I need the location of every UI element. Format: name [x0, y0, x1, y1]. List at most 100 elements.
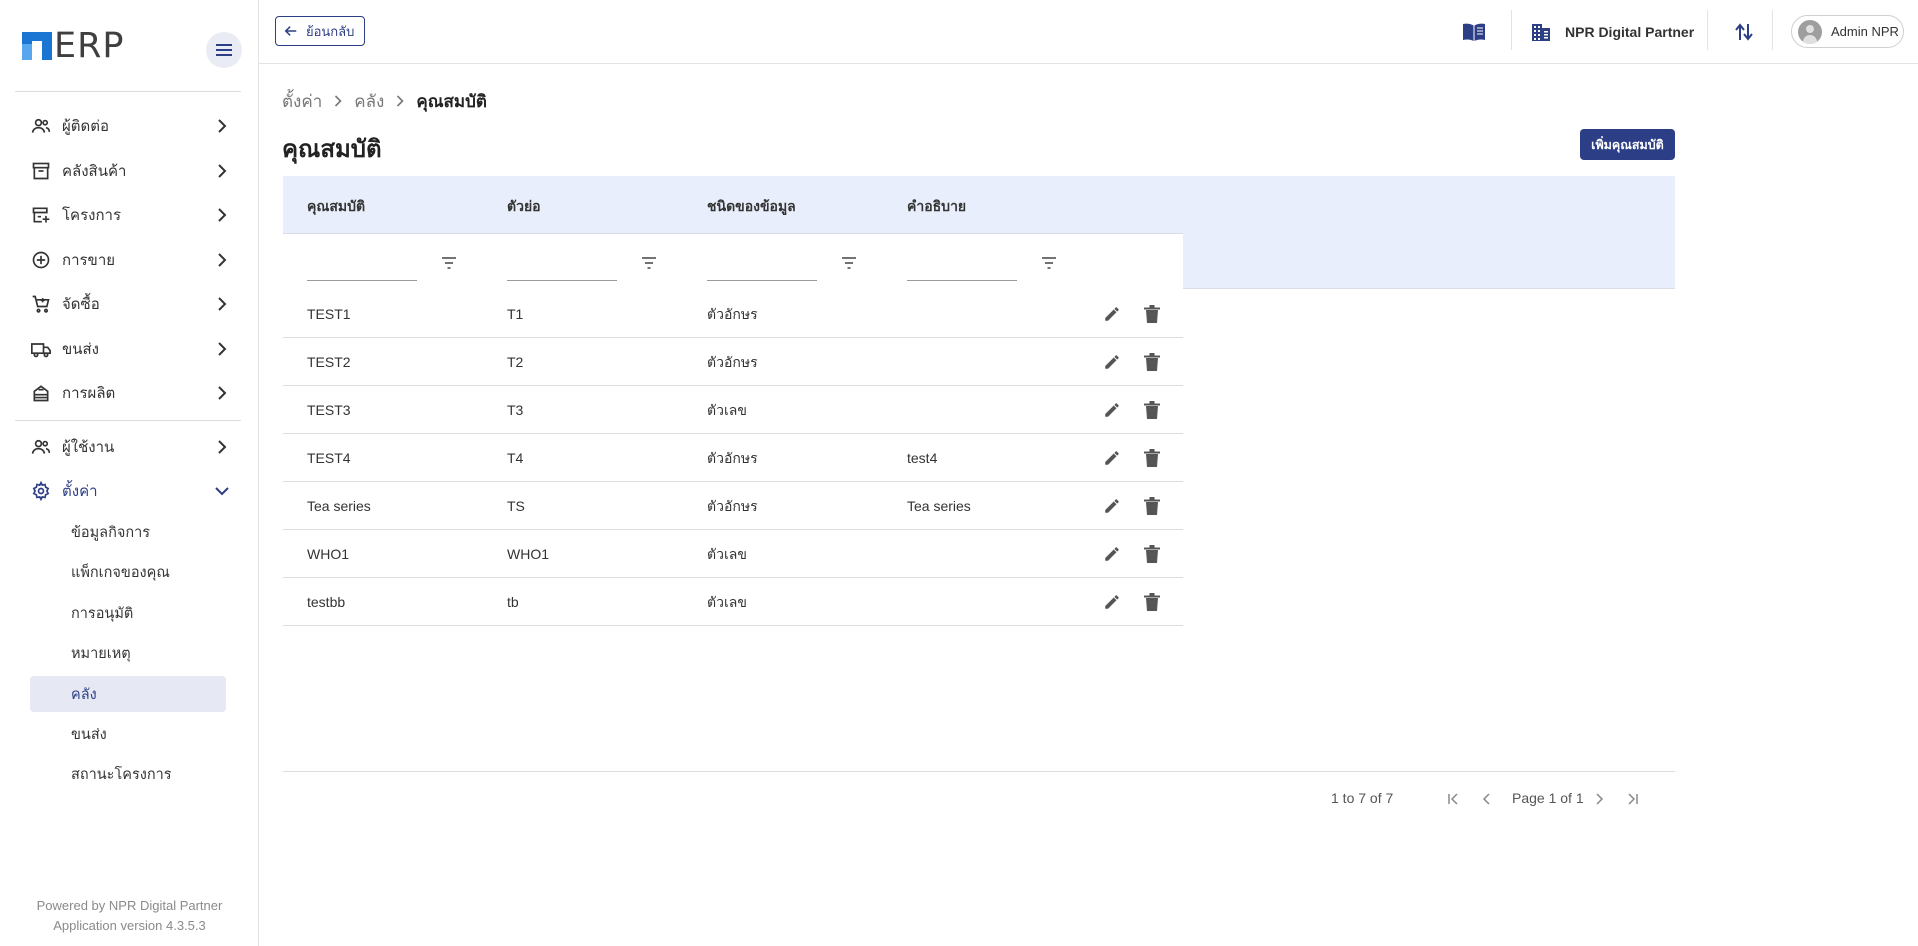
sidebar-item-project[interactable]: โครงการ: [30, 200, 230, 230]
filter-icon[interactable]: [1040, 254, 1058, 272]
logo-mark-icon: [22, 32, 52, 60]
cell-abbreviation: TS: [507, 498, 525, 514]
add-attribute-button[interactable]: เพิ่มคุณสมบัติ: [1580, 129, 1675, 160]
delete-trash-icon[interactable]: [1141, 399, 1163, 421]
sidebar-item-inventory[interactable]: คลังสินค้า: [30, 156, 230, 186]
first-page-icon[interactable]: [1443, 789, 1463, 809]
edit-pencil-icon[interactable]: [1101, 591, 1123, 613]
breadcrumb-item-settings[interactable]: ตั้งค่า: [282, 88, 322, 115]
previous-page-icon[interactable]: [1477, 789, 1497, 809]
chevron-right-icon: [214, 341, 230, 357]
sidebar-item-contacts[interactable]: ผู้ติดต่อ: [30, 111, 230, 141]
filter-icon[interactable]: [440, 254, 458, 272]
column-header-description[interactable]: คำอธิบาย: [907, 196, 966, 218]
company-name: NPR Digital Partner: [1565, 24, 1695, 40]
sidebar-item-sales[interactable]: การขาย: [30, 245, 230, 275]
column-header-abbreviation[interactable]: ตัวย่อ: [507, 196, 541, 218]
sidebar-item-users[interactable]: ผู้ใช้งาน: [30, 432, 230, 462]
sidebar-item-settings[interactable]: ตั้งค่า: [30, 476, 230, 506]
filter-input-attribute[interactable]: [307, 253, 417, 281]
last-page-icon[interactable]: [1623, 789, 1643, 809]
cell-data-type: ตัวเลข: [707, 402, 747, 418]
topbar-divider: [1707, 10, 1708, 50]
user-name: Admin NPR: [1831, 24, 1899, 39]
sidebar-item-shipping[interactable]: ขนส่ง: [30, 334, 230, 364]
cell-data-type: ตัวเลข: [707, 594, 747, 610]
edit-pencil-icon[interactable]: [1101, 543, 1123, 565]
cell-description: test4: [907, 450, 938, 466]
chevron-right-icon: [214, 163, 230, 179]
sidebar-item-label: ตั้งค่า: [62, 483, 98, 500]
cell-data-type: ตัวเลข: [707, 546, 747, 562]
user-menu-button[interactable]: Admin NPR: [1791, 15, 1904, 48]
cell-data-type: ตัวอักษร: [707, 306, 758, 322]
filter-icon[interactable]: [640, 254, 658, 272]
sidebar-item-label: คลังสินค้า: [62, 163, 127, 180]
sidebar-sub-item-shipping[interactable]: ขนส่ง: [30, 716, 226, 752]
delete-trash-icon[interactable]: [1141, 351, 1163, 373]
table-row[interactable]: TEST1 T1 ตัวอักษร: [283, 290, 1183, 338]
sidebar-sub-item-project-status[interactable]: สถานะโครงการ: [30, 756, 226, 792]
pagination-divider: [283, 771, 1675, 772]
sidebar-sub-item-package[interactable]: แพ็กเกจของคุณ: [30, 554, 226, 590]
table-row[interactable]: TEST3 T3 ตัวเลข: [283, 386, 1183, 434]
sidebar-item-label: ผู้ใช้งาน: [62, 439, 115, 456]
cell-data-type: ตัวอักษร: [707, 498, 758, 514]
cell-description: Tea series: [907, 498, 971, 514]
sidebar-item-purchase[interactable]: จัดซื้อ: [30, 289, 230, 319]
column-header-data-type[interactable]: ชนิดของข้อมูล: [707, 196, 796, 218]
sidebar-sub-item-remark[interactable]: หมายเหตุ: [30, 635, 226, 671]
pagination-page: Page 1 of 1: [1512, 790, 1584, 806]
sidebar-item-manufacturing[interactable]: การผลิต: [30, 378, 230, 408]
table-row[interactable]: TEST4 T4 ตัวอักษร test4: [283, 434, 1183, 482]
delete-trash-icon[interactable]: [1141, 591, 1163, 613]
project-icon: [30, 204, 52, 226]
users-icon: [30, 436, 52, 458]
building-icon: [1532, 24, 1550, 41]
book-icon: [1463, 23, 1485, 41]
chevron-right-icon: [214, 118, 230, 134]
edit-pencil-icon[interactable]: [1101, 399, 1123, 421]
table-row[interactable]: TEST2 T2 ตัวอักษร: [283, 338, 1183, 386]
edit-pencil-icon[interactable]: [1101, 303, 1123, 325]
topbar: ย้อนกลับ NPR Digital Partner Admin NPR: [259, 0, 1918, 64]
column-header-attribute[interactable]: คุณสมบัติ: [307, 196, 365, 218]
delete-trash-icon[interactable]: [1141, 495, 1163, 517]
cell-attribute: TEST3: [307, 402, 351, 418]
next-page-icon[interactable]: [1589, 789, 1609, 809]
delete-trash-icon[interactable]: [1141, 447, 1163, 469]
sidebar-sub-item-warehouse[interactable]: คลัง: [30, 676, 226, 712]
app-logo[interactable]: ERP: [22, 29, 125, 64]
back-button[interactable]: ย้อนกลับ: [275, 16, 366, 46]
sidebar-item-label: ขนส่ง: [62, 341, 99, 358]
powered-by-text: Powered by NPR Digital Partner: [36, 898, 223, 913]
switch-button[interactable]: [1732, 20, 1756, 44]
arrow-left-icon: [284, 26, 297, 36]
edit-pencil-icon[interactable]: [1101, 351, 1123, 373]
inventory-box-icon: [30, 160, 52, 182]
sidebar-item-label: จัดซื้อ: [62, 296, 100, 313]
delete-trash-icon[interactable]: [1141, 303, 1163, 325]
cell-attribute: Tea series: [307, 498, 371, 514]
filter-input-abbreviation[interactable]: [507, 253, 617, 281]
company-switcher[interactable]: NPR Digital Partner: [1531, 16, 1694, 48]
filter-input-data-type[interactable]: [707, 253, 817, 281]
back-button-label: ย้อนกลับ: [306, 23, 355, 39]
chevron-right-icon: [334, 95, 342, 107]
table-row[interactable]: testbb tb ตัวเลข: [283, 578, 1183, 626]
pagination-range: 1 to 7 of 7: [1331, 790, 1394, 806]
edit-pencil-icon[interactable]: [1101, 495, 1123, 517]
filter-input-description[interactable]: [907, 253, 1017, 281]
manual-book-button[interactable]: [1462, 20, 1486, 44]
edit-pencil-icon[interactable]: [1101, 447, 1123, 469]
filter-icon[interactable]: [840, 254, 858, 272]
breadcrumb-item-warehouse[interactable]: คลัง: [354, 88, 384, 115]
table-row[interactable]: Tea series TS ตัวอักษร Tea series: [283, 482, 1183, 530]
sidebar-divider: [15, 420, 241, 421]
table-row[interactable]: WHO1 WHO1 ตัวเลข: [283, 530, 1183, 578]
delete-trash-icon[interactable]: [1141, 543, 1163, 565]
menu-toggle-button[interactable]: [206, 32, 242, 68]
chevron-down-icon: [214, 483, 230, 499]
sidebar-sub-item-company-info[interactable]: ข้อมูลกิจการ: [30, 514, 226, 550]
sidebar-sub-item-approval[interactable]: การอนุมัติ: [30, 595, 226, 631]
